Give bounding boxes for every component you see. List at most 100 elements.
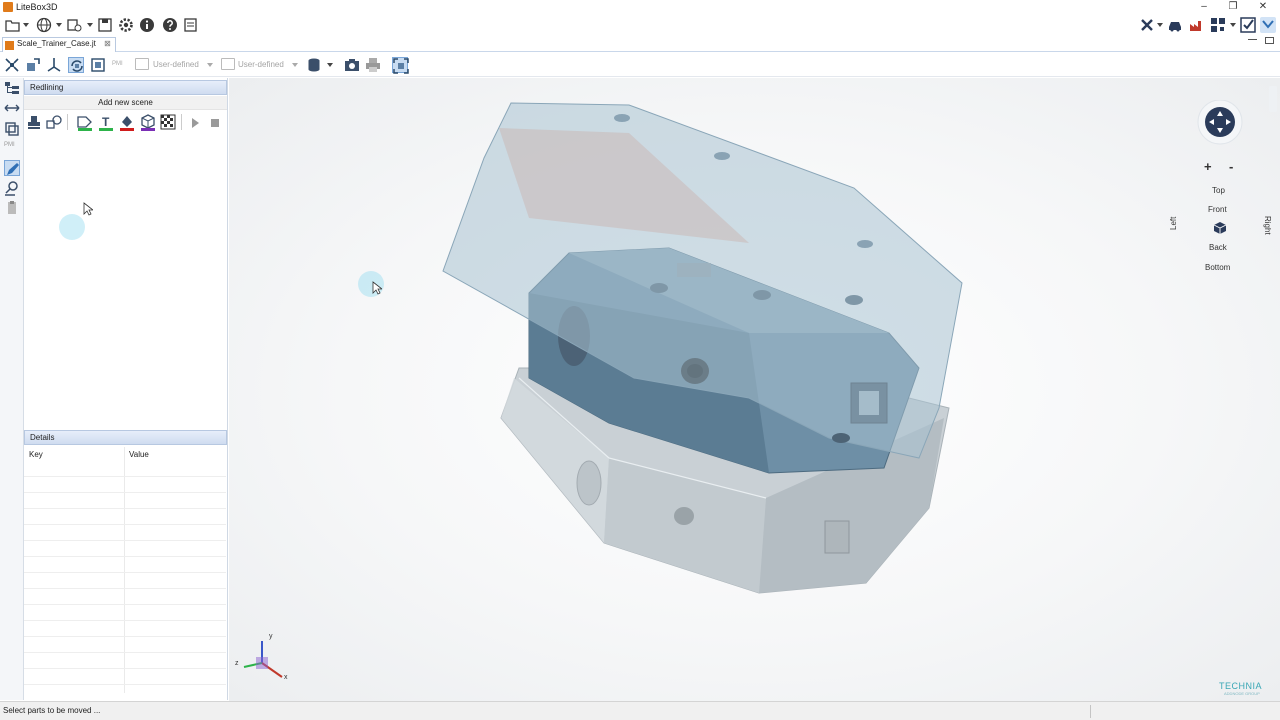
table-row xyxy=(24,589,226,605)
redlining-panel: Redlining Add new scene T Details Key Va… xyxy=(24,78,228,700)
close-button[interactable]: ✕ xyxy=(1251,0,1275,14)
table-row xyxy=(24,461,226,477)
zoom-out-button[interactable]: - xyxy=(1229,159,1233,174)
open-file-icon[interactable] xyxy=(5,17,21,33)
table-row xyxy=(24,493,226,509)
axis-y-label: y xyxy=(269,633,273,640)
lower-housing-port xyxy=(576,460,602,506)
search-parts-icon[interactable] xyxy=(4,180,20,196)
view-back-button[interactable]: Back xyxy=(1209,243,1227,252)
add-text-icon[interactable]: T xyxy=(98,114,114,131)
globe-icon[interactable] xyxy=(36,17,52,33)
status-divider xyxy=(1090,705,1091,718)
notes-icon[interactable] xyxy=(183,17,199,33)
light-view-icon xyxy=(221,58,235,70)
redlining-pencil-icon[interactable] xyxy=(4,160,20,176)
info-icon[interactable] xyxy=(139,17,155,33)
shapes-icon[interactable] xyxy=(46,114,62,131)
collapse-ribbon-icon[interactable] xyxy=(1260,17,1276,33)
open-dropdown-icon[interactable] xyxy=(23,23,29,27)
view-bottom-button[interactable]: Bottom xyxy=(1205,263,1230,272)
tab-close-icon[interactable]: ⊠ xyxy=(104,39,111,48)
lower-housing-hole xyxy=(674,507,694,525)
table-row xyxy=(24,525,226,541)
3d-model[interactable] xyxy=(229,78,1280,701)
camera-view-2-dropdown-icon[interactable] xyxy=(292,63,298,67)
table-row xyxy=(24,637,226,653)
app-icon xyxy=(3,2,13,12)
screenshot-camera-icon[interactable] xyxy=(344,57,360,73)
globe-dropdown-icon[interactable] xyxy=(56,23,62,27)
fill-color-icon[interactable] xyxy=(119,114,135,131)
view-top-button[interactable]: Top xyxy=(1212,186,1225,195)
stamp-icon[interactable] xyxy=(26,114,42,131)
stop-icon[interactable] xyxy=(207,114,223,131)
minimize-button[interactable]: – xyxy=(1192,0,1216,14)
view-right-button[interactable]: Right xyxy=(1263,216,1272,235)
save-icon[interactable] xyxy=(97,17,113,33)
rotate-view-icon[interactable] xyxy=(68,57,84,73)
add-new-scene-button[interactable]: Add new scene xyxy=(24,96,227,110)
side-tool-strip: PMI xyxy=(0,78,24,700)
move-parts-icon[interactable] xyxy=(25,57,41,73)
navigation-wheel[interactable] xyxy=(1192,99,1248,156)
export-dropdown-icon[interactable] xyxy=(87,23,93,27)
section-view-icon[interactable] xyxy=(90,57,106,73)
factory-icon[interactable] xyxy=(1189,17,1205,33)
upper-shell-hole xyxy=(832,433,850,443)
checklist-icon[interactable] xyxy=(1240,17,1256,33)
title-bar: LiteBox3D – ❐ ✕ xyxy=(0,0,1280,14)
help-icon[interactable] xyxy=(162,17,178,33)
camera-view-select-2[interactable]: User-defined xyxy=(238,60,284,69)
pmi-side-icon[interactable]: PMI xyxy=(4,140,20,156)
3d-shape-icon[interactable] xyxy=(140,114,156,131)
measure-icon[interactable] xyxy=(4,100,20,116)
close-all-icon[interactable] xyxy=(1139,17,1155,33)
qr-code-icon[interactable] xyxy=(1210,17,1226,33)
window-title: LiteBox3D xyxy=(16,2,58,12)
panel-minimize-icon[interactable] xyxy=(1248,39,1257,40)
document-icon xyxy=(5,41,14,50)
tab-scale-trainer-case[interactable]: Scale_Trainer_Case.jt ⊠ xyxy=(2,37,116,52)
axis-icon[interactable] xyxy=(46,57,62,73)
viewport-scroll-handle[interactable] xyxy=(1269,86,1277,112)
export-icon[interactable] xyxy=(66,17,82,33)
camera-view-select-1[interactable]: User-defined xyxy=(153,60,199,69)
table-row xyxy=(24,477,226,493)
qr-dropdown-icon[interactable] xyxy=(1230,23,1236,27)
details-value-header: Value xyxy=(129,450,149,459)
database-icon[interactable] xyxy=(306,57,322,73)
parts-icon[interactable] xyxy=(4,120,20,136)
zoom-in-button[interactable]: + xyxy=(1204,159,1212,174)
view-cube-icon[interactable] xyxy=(1213,221,1227,235)
technia-tagline: ADDNODE GROUP xyxy=(1224,691,1260,696)
explode-icon[interactable] xyxy=(4,57,20,73)
pattern-fill-icon[interactable] xyxy=(160,114,176,131)
mouse-pointer-icon xyxy=(372,281,384,297)
tree-view-icon[interactable] xyxy=(4,80,20,96)
camera-view-1-dropdown-icon[interactable] xyxy=(207,63,213,67)
pmi-button[interactable]: PMI xyxy=(112,57,128,73)
fit-all-icon[interactable] xyxy=(392,57,409,74)
panel-maximize-icon[interactable] xyxy=(1265,37,1274,44)
3d-viewport[interactable]: + - Top Front Back Bottom Left Right y x… xyxy=(229,78,1280,701)
cursor-highlight xyxy=(59,214,85,240)
print-icon[interactable] xyxy=(365,57,381,73)
database-dropdown-icon[interactable] xyxy=(327,63,333,67)
close-all-dropdown-icon[interactable] xyxy=(1157,23,1163,27)
svg-text:T: T xyxy=(102,115,110,129)
lower-housing-connector xyxy=(824,520,850,554)
restore-button[interactable]: ❐ xyxy=(1221,0,1245,14)
view-left-button[interactable]: Left xyxy=(1169,217,1178,230)
table-row xyxy=(24,573,226,589)
car-icon[interactable] xyxy=(1167,17,1183,33)
draw-line-icon[interactable] xyxy=(77,114,93,131)
status-bar: Select parts to be moved ... xyxy=(0,701,1280,720)
axis-z-label: z xyxy=(235,660,239,667)
settings-gear-icon[interactable] xyxy=(118,17,134,33)
view-toolbar: PMI User-defined User-defined xyxy=(0,53,1280,77)
view-front-button[interactable]: Front xyxy=(1208,205,1227,214)
play-icon[interactable] xyxy=(187,114,203,131)
clipboard-icon[interactable] xyxy=(4,200,20,216)
toolbar-divider xyxy=(181,114,182,130)
